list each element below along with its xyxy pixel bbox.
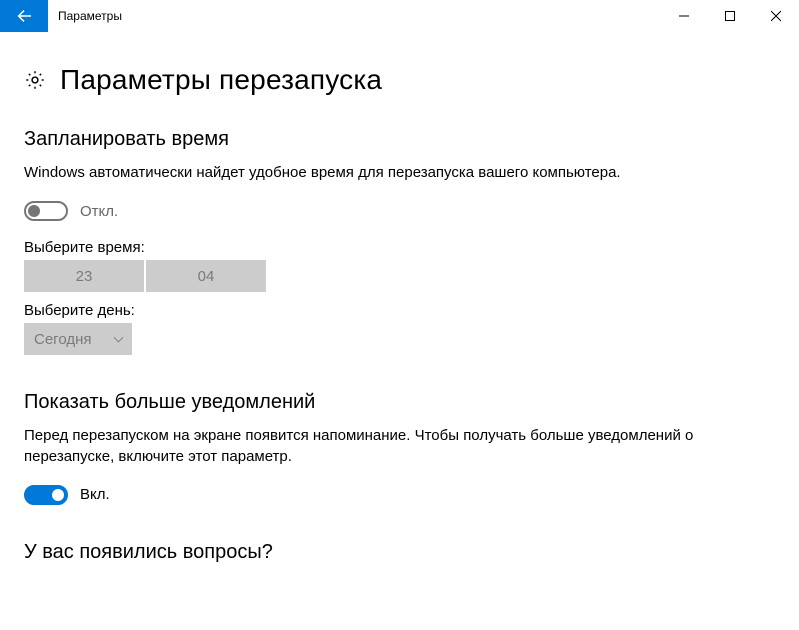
time-minute: 04 [144, 260, 266, 292]
schedule-description: Windows автоматически найдет удобное вре… [24, 163, 744, 183]
time-picker: 23 04 [24, 260, 266, 292]
schedule-heading: Запланировать время [24, 128, 775, 151]
arrow-left-icon [16, 8, 32, 24]
minimize-button[interactable] [661, 0, 707, 32]
schedule-toggle[interactable] [24, 201, 68, 221]
day-label: Выберите день: [24, 302, 775, 319]
notify-toggle-label: Вкл. [80, 486, 110, 503]
back-button[interactable] [0, 0, 48, 32]
chevron-down-icon [113, 334, 124, 345]
schedule-toggle-label: Откл. [80, 203, 118, 220]
page-title: Параметры перезапуска [60, 64, 382, 96]
day-dropdown: Сегодня [24, 323, 132, 355]
notify-toggle[interactable] [24, 485, 68, 505]
maximize-icon [725, 11, 735, 21]
gear-icon [24, 69, 46, 91]
day-dropdown-value: Сегодня [34, 331, 92, 348]
notify-heading: Показать больше уведомлений [24, 391, 775, 414]
close-icon [771, 11, 781, 21]
window-title: Параметры [48, 0, 122, 32]
maximize-button[interactable] [707, 0, 753, 32]
time-hour: 23 [24, 260, 144, 292]
time-label: Выберите время: [24, 239, 775, 256]
notify-description: Перед перезапуском на экране появится на… [24, 426, 744, 467]
minimize-icon [679, 11, 689, 21]
close-button[interactable] [753, 0, 799, 32]
help-heading: У вас появились вопросы? [24, 541, 775, 564]
titlebar-spacer [122, 0, 661, 32]
